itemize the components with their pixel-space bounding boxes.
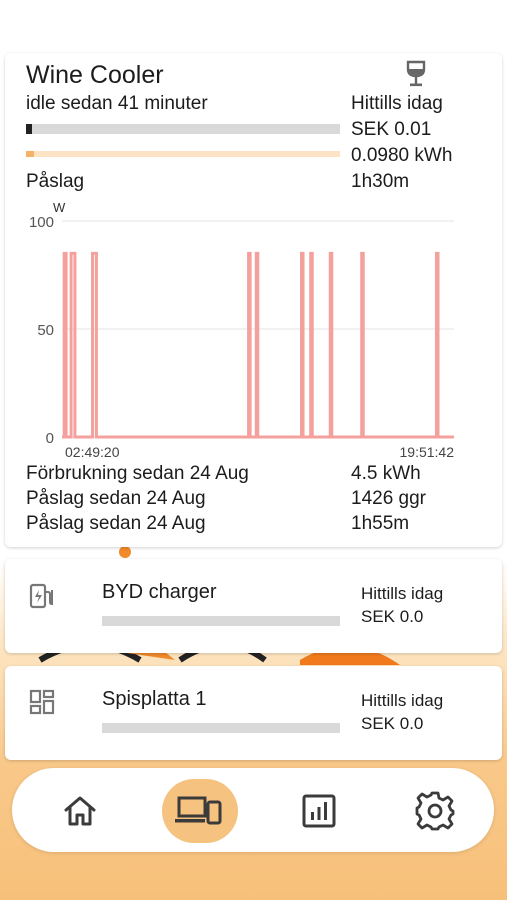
- wine-glass-icon: [405, 60, 427, 93]
- nav-settings-button[interactable]: [404, 780, 466, 842]
- device-name: Spisplatta 1: [102, 688, 207, 710]
- settings-icon: [415, 791, 455, 831]
- device-cost-bar: [102, 723, 340, 733]
- power-series-line: [62, 251, 454, 439]
- home-icon: [64, 796, 96, 826]
- on-label: Påslag: [26, 171, 85, 192]
- y-tick-label: 50: [37, 322, 54, 339]
- stat-label: Påslag sedan 24 Aug: [26, 488, 206, 509]
- nav-statistics-button[interactable]: [288, 780, 350, 842]
- device-status: idle sedan 41 minuter: [26, 93, 208, 114]
- energy-value: 0.0980 kWh: [351, 145, 453, 166]
- nav-home-button[interactable]: [49, 780, 111, 842]
- stat-value: 4.5 kWh: [351, 463, 421, 484]
- energy-progress-fill: [26, 151, 34, 157]
- device-cost-value: SEK 0.0: [361, 714, 424, 733]
- stat-label: Förbrukning sedan 24 Aug: [26, 463, 249, 484]
- today-label: Hittills idag: [351, 93, 443, 114]
- device-title: Wine Cooler: [26, 61, 164, 89]
- y-tick-label: 100: [29, 214, 54, 231]
- statistics-icon: [302, 794, 336, 828]
- device-today-label: Hittills idag: [361, 584, 444, 603]
- x-end-label: 19:51:42: [400, 444, 455, 460]
- wine-cooler-card[interactable]: Wine Cooler idle sedan 41 minuter Hittil…: [5, 53, 502, 547]
- stat-value: 1h55m: [351, 513, 410, 534]
- power-chart[interactable]: 100 50 0 W 02:49:20 19:51:42: [5, 196, 502, 461]
- device-cost-value: SEK 0.0: [361, 607, 424, 626]
- device-today-label: Hittills idag: [361, 691, 444, 710]
- on-time-value: 1h30m: [351, 171, 410, 192]
- device-card[interactable]: Spisplatta 1 Hittills idag SEK 0.0: [5, 666, 502, 760]
- ev-charger-icon: [29, 582, 55, 615]
- device-name: BYD charger: [102, 581, 217, 603]
- stat-label: Påslag sedan 24 Aug: [26, 513, 206, 534]
- x-start-label: 02:49:20: [65, 444, 120, 460]
- stat-value: 1426 ggr: [351, 488, 427, 509]
- y-axis-unit: W: [53, 200, 66, 215]
- y-tick-label: 0: [46, 430, 54, 447]
- energy-progress-bar: [26, 151, 340, 157]
- cost-value: SEK 0.01: [351, 119, 432, 140]
- device-card[interactable]: BYD charger Hittills idag SEK 0.0: [5, 559, 502, 653]
- cost-progress-bar: [26, 124, 340, 134]
- bottom-navigation: [12, 768, 494, 852]
- dashboard-grid-icon: [29, 689, 55, 720]
- device-cost-bar: [102, 616, 340, 626]
- devices-icon: [175, 796, 222, 825]
- nav-devices-button[interactable]: [162, 779, 238, 843]
- cost-progress-fill: [26, 124, 33, 134]
